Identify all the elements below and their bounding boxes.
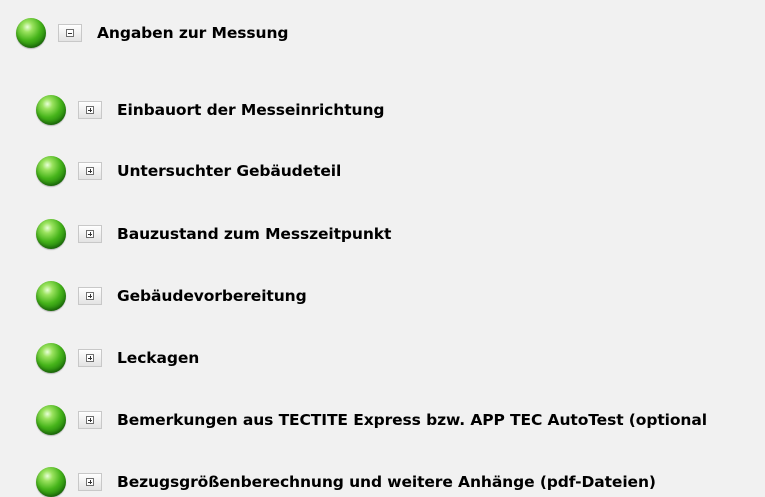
green-status-light-icon [36, 219, 66, 249]
green-status-light-icon [36, 467, 66, 497]
green-status-light-icon [36, 95, 66, 125]
collapse-toggle-button[interactable] [58, 24, 82, 42]
expand-toggle-button[interactable] [78, 473, 102, 491]
plus-expand-icon [86, 106, 94, 114]
tree-node-label[interactable]: Untersuchter Gebäudeteil [117, 162, 341, 180]
expand-toggle-button[interactable] [78, 349, 102, 367]
plus-expand-icon [86, 167, 94, 175]
expand-toggle-button[interactable] [78, 287, 102, 305]
tree-node-label[interactable]: Angaben zur Messung [97, 24, 288, 42]
tree-node-label[interactable]: Leckagen [117, 349, 199, 367]
plus-expand-icon [86, 416, 94, 424]
green-status-light-icon [36, 156, 66, 186]
tree-node-label[interactable]: Bemerkungen aus TECTITE Express bzw. APP… [117, 411, 707, 429]
plus-expand-icon [86, 354, 94, 362]
tree-node-angaben-zur-messung[interactable]: Angaben zur Messung [16, 18, 288, 48]
tree-node-leckagen[interactable]: Leckagen [36, 343, 199, 373]
tree-node-gebaeudevorbereitung[interactable]: Gebäudevorbereitung [36, 281, 307, 311]
green-status-light-icon [36, 281, 66, 311]
tree-node-label[interactable]: Gebäudevorbereitung [117, 287, 307, 305]
tree-node-label[interactable]: Bauzustand zum Messzeitpunkt [117, 225, 391, 243]
green-status-light-icon [16, 18, 46, 48]
tree-node-label[interactable]: Einbauort der Messeinrichtung [117, 101, 384, 119]
tree-node-bemerkungen[interactable]: Bemerkungen aus TECTITE Express bzw. APP… [36, 405, 707, 435]
green-status-light-icon [36, 343, 66, 373]
expand-toggle-button[interactable] [78, 225, 102, 243]
tree-node-untersuchter-gebaeudeteil[interactable]: Untersuchter Gebäudeteil [36, 156, 341, 186]
measurement-tree: Angaben zur Messung Einbauort der Messei… [0, 0, 765, 497]
plus-expand-icon [86, 478, 94, 486]
tree-node-label[interactable]: Bezugsgrößenberechnung und weitere Anhän… [117, 473, 656, 491]
expand-toggle-button[interactable] [78, 162, 102, 180]
plus-expand-icon [86, 292, 94, 300]
plus-expand-icon [86, 230, 94, 238]
expand-toggle-button[interactable] [78, 411, 102, 429]
tree-node-bezugsgroessenberechnung[interactable]: Bezugsgrößenberechnung und weitere Anhän… [36, 467, 656, 497]
expand-toggle-button[interactable] [78, 101, 102, 119]
tree-node-einbauort[interactable]: Einbauort der Messeinrichtung [36, 95, 384, 125]
green-status-light-icon [36, 405, 66, 435]
tree-node-bauzustand[interactable]: Bauzustand zum Messzeitpunkt [36, 219, 391, 249]
minus-collapse-icon [66, 29, 74, 37]
